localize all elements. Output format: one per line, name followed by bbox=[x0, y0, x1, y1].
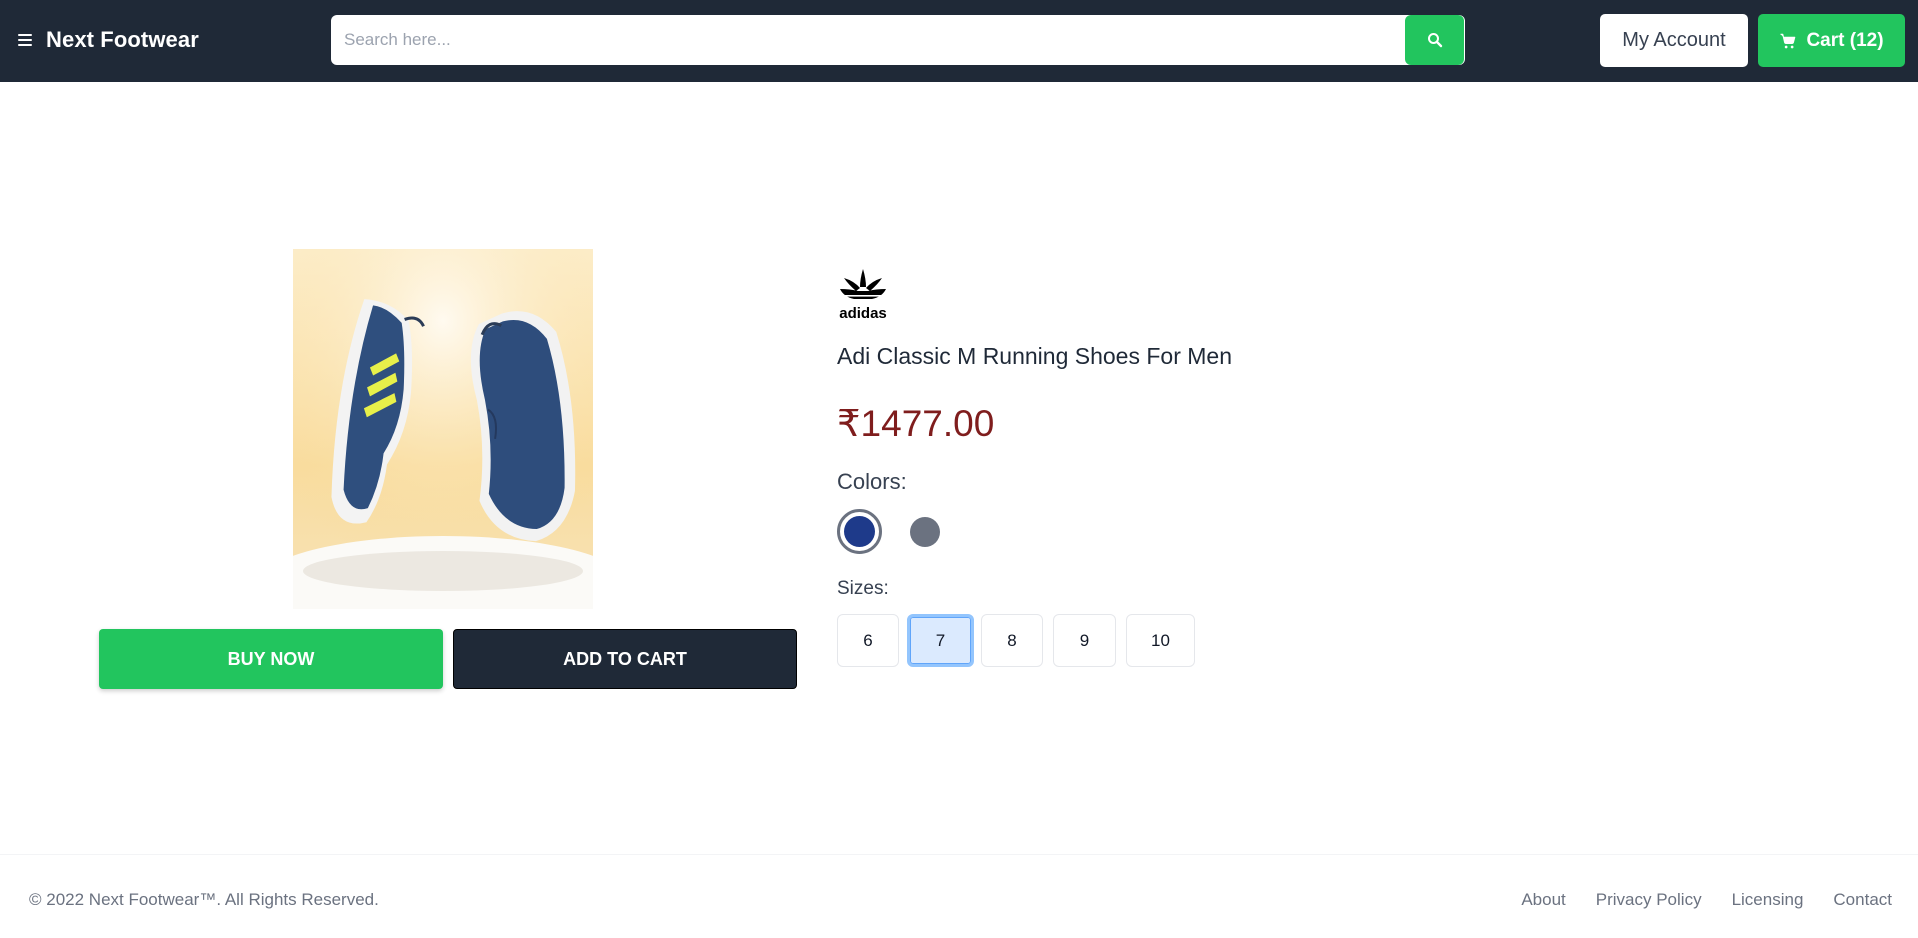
footer-link-licensing[interactable]: Licensing bbox=[1732, 890, 1804, 910]
footer-link-privacy-policy[interactable]: Privacy Policy bbox=[1596, 890, 1702, 910]
size-option-9[interactable]: 9 bbox=[1053, 614, 1116, 667]
cart-icon bbox=[1780, 33, 1796, 48]
product-title: Adi Classic M Running Shoes For Men bbox=[837, 343, 1232, 369]
top-navbar: Next Footwear My Account Cart (12) bbox=[0, 0, 1918, 82]
brand-name[interactable]: Next Footwear bbox=[46, 27, 199, 53]
size-option-10[interactable]: 10 bbox=[1126, 614, 1195, 667]
cart-label: Cart (12) bbox=[1806, 29, 1884, 51]
footer-links: About Privacy Policy Licensing Contact bbox=[1521, 890, 1892, 910]
shoe-illustration bbox=[293, 249, 593, 609]
footer-link-about[interactable]: About bbox=[1521, 890, 1565, 910]
search-box bbox=[331, 15, 1465, 65]
colors-label: Colors: bbox=[837, 469, 907, 494]
product-image bbox=[293, 249, 593, 609]
color-swatch-navy[interactable] bbox=[837, 509, 882, 554]
svg-text:adidas: adidas bbox=[839, 305, 887, 321]
add-to-cart-button[interactable]: ADD TO CART bbox=[453, 629, 797, 689]
adidas-logo: adidas bbox=[836, 267, 890, 322]
footer-link-contact[interactable]: Contact bbox=[1833, 890, 1892, 910]
sizes-label: Sizes: bbox=[837, 578, 889, 599]
my-account-button[interactable]: My Account bbox=[1600, 14, 1748, 67]
product-price: ₹1477.00 bbox=[837, 403, 995, 444]
color-swatch-gray[interactable] bbox=[910, 517, 940, 547]
search-button[interactable] bbox=[1405, 15, 1464, 65]
search-icon bbox=[1427, 33, 1442, 48]
hamburger-menu-icon[interactable] bbox=[18, 34, 32, 46]
footer-copyright: © 2022 Next Footwear™. All Rights Reserv… bbox=[29, 890, 379, 909]
footer-divider bbox=[0, 854, 1918, 855]
buy-now-button[interactable]: BUY NOW bbox=[99, 629, 443, 689]
size-option-6[interactable]: 6 bbox=[837, 614, 899, 667]
size-option-8[interactable]: 8 bbox=[981, 614, 1043, 667]
color-dot-navy bbox=[844, 516, 875, 547]
cart-button[interactable]: Cart (12) bbox=[1758, 14, 1905, 67]
size-option-7[interactable]: 7 bbox=[907, 614, 974, 667]
search-input[interactable] bbox=[331, 15, 1406, 65]
